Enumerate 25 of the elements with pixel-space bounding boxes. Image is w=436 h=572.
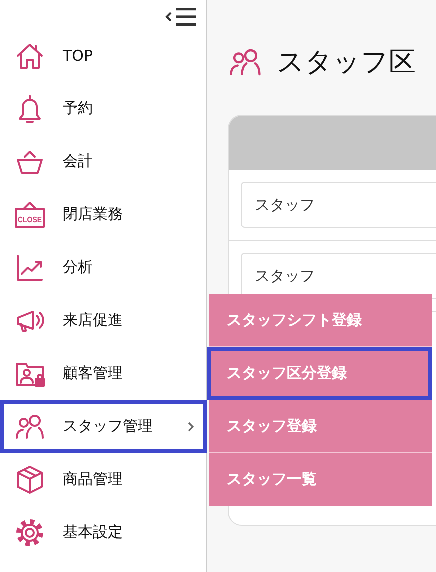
- sidebar-item-label: TOP: [63, 46, 94, 64]
- sidebar-item-label: 商品管理: [63, 470, 123, 489]
- menu-toggle-icon[interactable]: [164, 7, 196, 27]
- sidebar-item[interactable]: 基本設定: [0, 506, 207, 559]
- page-title: スタッフ区: [277, 46, 416, 80]
- sidebar-item[interactable]: 分析: [0, 241, 207, 294]
- sidebar-item-label: 顧客管理: [63, 364, 123, 383]
- sidebar-item-label: スタッフ管理: [63, 417, 153, 436]
- sidebar-item-label: 閉店業務: [63, 205, 123, 224]
- sidebar-item[interactable]: 予約: [0, 82, 207, 135]
- sidebar-item-label: 来店促進: [63, 311, 123, 330]
- sidebar-item-label: 予約: [63, 99, 93, 118]
- sidebar-item-label: 会計: [63, 152, 93, 171]
- sidebar-item[interactable]: 商品管理: [0, 453, 207, 506]
- sidebar-item[interactable]: TOP: [0, 29, 207, 82]
- input-field[interactable]: スタッフ: [241, 182, 436, 228]
- sidebar-item[interactable]: 来店促進: [0, 294, 207, 347]
- sidebar-item[interactable]: スタッフ管理: [0, 400, 207, 453]
- sidebar-item[interactable]: 顧客管理: [0, 347, 207, 400]
- gear-icon: [14, 516, 46, 548]
- sidebar-item-label: 基本設定: [63, 523, 123, 542]
- box-icon: [14, 464, 46, 496]
- sidebar-item[interactable]: CLOSE 閉店業務: [0, 188, 207, 241]
- sidebar-item-label: 分析: [63, 258, 93, 277]
- sidebar-item[interactable]: 会計: [0, 135, 207, 188]
